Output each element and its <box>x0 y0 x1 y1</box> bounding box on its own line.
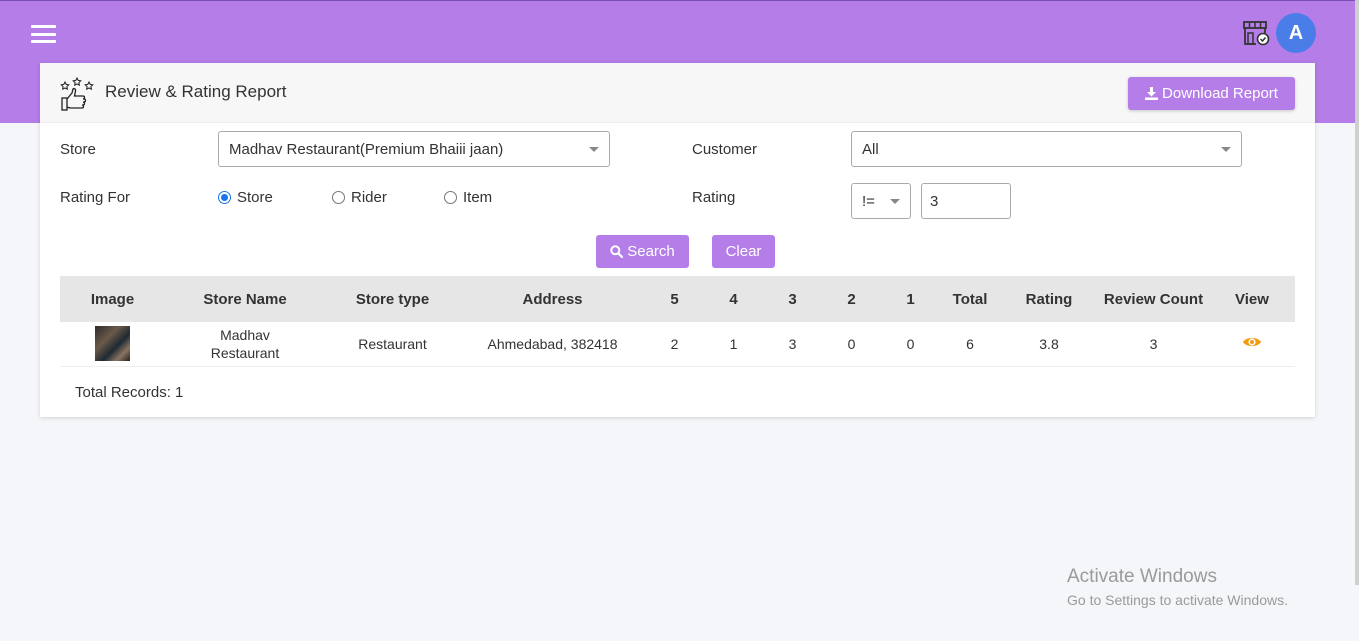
four-star-cell: 1 <box>704 322 763 367</box>
store-select-value: Madhav Restaurant(Premium Bhaiii jaan) <box>229 140 504 158</box>
column-header: Review Count <box>1098 276 1209 322</box>
column-header: Address <box>460 276 645 322</box>
chevron-down-icon <box>1221 147 1231 152</box>
review-count-cell: 3 <box>1098 322 1209 367</box>
radio-item-label: Item <box>463 189 493 206</box>
rating-cell: 3.8 <box>1000 322 1098 367</box>
column-header: Total <box>940 276 1000 322</box>
column-header: 4 <box>704 276 763 322</box>
column-header: 3 <box>763 276 822 322</box>
radio-dot[interactable] <box>218 191 231 204</box>
radio-store[interactable]: Store <box>218 189 273 206</box>
download-report-button[interactable]: Download Report <box>1128 77 1295 110</box>
customer-select-value: All <box>862 140 879 158</box>
card-header: Review & Rating Report Download Report <box>40 63 1315 123</box>
rating-label: Rating <box>692 189 736 206</box>
two-star-cell: 0 <box>822 322 881 367</box>
download-report-label: Download Report <box>1162 85 1278 102</box>
column-header: Store Name <box>165 276 325 322</box>
table-header-row: Image Store Name Store type Address 5 4 … <box>60 276 1295 322</box>
radio-dot[interactable] <box>332 191 345 204</box>
radio-rider-label: Rider <box>351 189 387 206</box>
column-header: 5 <box>645 276 704 322</box>
column-header: Store type <box>325 276 460 322</box>
five-star-cell: 2 <box>645 322 704 367</box>
total-cell: 6 <box>940 322 1000 367</box>
chevron-down-icon <box>890 199 900 204</box>
total-records: Total Records: 1 <box>75 384 184 401</box>
page-title: Review & Rating Report <box>105 82 287 101</box>
rating-operator-select[interactable]: != <box>851 183 911 219</box>
report-table: Image Store Name Store type Address 5 4 … <box>60 276 1295 367</box>
view-cell <box>1209 322 1295 367</box>
watermark-subtitle: Go to Settings to activate Windows. <box>1067 592 1288 608</box>
menu-icon[interactable] <box>31 25 56 43</box>
search-button[interactable]: Search <box>596 235 689 268</box>
customer-label: Customer <box>692 141 758 158</box>
image-cell <box>60 322 165 367</box>
store-label: Store <box>60 141 96 158</box>
table-row: Madhav Restaurant Restaurant Ahmedabad, … <box>60 322 1295 367</box>
store-name-cell: Madhav Restaurant <box>165 322 325 367</box>
download-icon <box>1145 87 1159 100</box>
clear-button[interactable]: Clear <box>712 235 775 268</box>
search-button-label: Search <box>627 243 675 260</box>
store-select[interactable]: Madhav Restaurant(Premium Bhaiii jaan) <box>218 131 610 167</box>
store-type-cell: Restaurant <box>325 322 460 367</box>
search-icon <box>610 245 624 258</box>
column-header: View <box>1209 276 1295 322</box>
chevron-down-icon <box>589 147 599 152</box>
scrollbar[interactable] <box>1355 0 1359 585</box>
rating-operator-value: != <box>862 192 875 210</box>
radio-store-label: Store <box>237 189 273 206</box>
clear-button-label: Clear <box>725 243 762 260</box>
column-header: Image <box>60 276 165 322</box>
report-card: Review & Rating Report Download Report S… <box>40 63 1315 417</box>
customer-select[interactable]: All <box>851 131 1242 167</box>
address-cell: Ahmedabad, 382418 <box>460 322 645 367</box>
radio-rider[interactable]: Rider <box>332 189 387 206</box>
column-header: 2 <box>822 276 881 322</box>
watermark-title: Activate Windows <box>1067 566 1217 587</box>
store-thumbnail <box>95 326 130 362</box>
rating-for-label: Rating For <box>60 189 131 206</box>
column-header: 1 <box>881 276 940 322</box>
radio-dot[interactable] <box>444 191 457 204</box>
three-star-cell: 3 <box>763 322 822 367</box>
one-star-cell: 0 <box>881 322 940 367</box>
avatar[interactable]: A <box>1276 13 1316 53</box>
activate-windows-watermark: Activate Windows Go to Settings to activ… <box>1067 566 1288 608</box>
column-header: Rating <box>1000 276 1098 322</box>
rating-value-input[interactable] <box>921 183 1011 219</box>
eye-icon[interactable] <box>1242 335 1262 349</box>
radio-item[interactable]: Item <box>444 189 492 206</box>
thumbs-up-stars-icon <box>60 77 94 111</box>
store-icon[interactable] <box>1242 20 1270 46</box>
